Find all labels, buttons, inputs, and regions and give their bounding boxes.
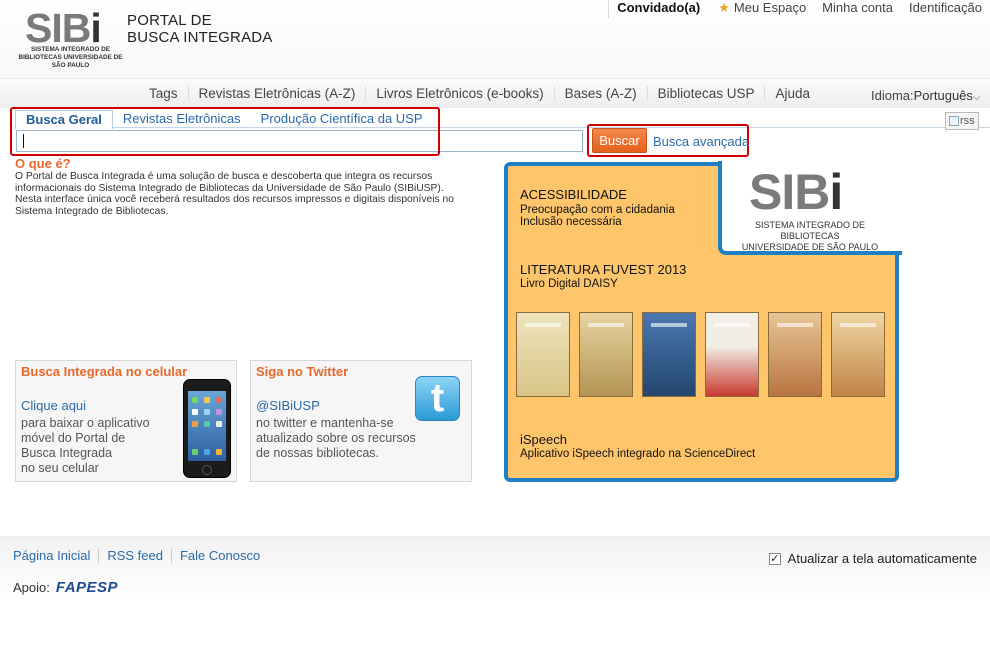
app-icon xyxy=(216,421,222,427)
search-button[interactable]: Buscar xyxy=(592,128,647,153)
app-icon xyxy=(192,421,198,427)
mobile-download-link[interactable]: Clique aqui xyxy=(21,398,86,413)
fuvest-line: Livro Digital DAISY xyxy=(520,278,618,290)
banner-logo-subtitle-1: SISTEMA INTEGRADO DE BIBLIOTECAS xyxy=(754,220,866,241)
app-icon xyxy=(204,397,210,403)
language-selector[interactable]: Idioma:Português⌵ xyxy=(871,88,981,103)
ispeech-title: iSpeech xyxy=(520,432,567,447)
smartphone-icon xyxy=(183,379,231,478)
ispeech-line: Aplicativo iSpeech integrado na ScienceD… xyxy=(520,448,756,460)
app-icon xyxy=(216,409,222,415)
my-account-link[interactable]: Minha conta xyxy=(814,0,901,18)
star-icon: ★ xyxy=(718,0,730,15)
footer: Página Inicial RSS feed Fale Conosco ✓ A… xyxy=(0,536,990,646)
guest-label: Convidado(a) xyxy=(608,0,710,18)
auto-refresh-label: Atualizar a tela automaticamente xyxy=(787,551,977,566)
nav-list: Tags Revistas Eletrônicas (A-Z) Livros E… xyxy=(139,86,820,101)
chevron-down-icon: ⌵ xyxy=(972,92,981,103)
banner-logo-subtitle: SISTEMA INTEGRADO DE BIBLIOTECAS UNIVERS… xyxy=(726,220,894,253)
advanced-search-link[interactable]: Busca avançada xyxy=(653,134,749,149)
phone-screen xyxy=(188,391,226,461)
app-icon xyxy=(204,421,210,427)
about-text: O Portal de Busca Integrada é uma soluçã… xyxy=(15,171,454,217)
book-cover[interactable] xyxy=(831,312,885,397)
nav-item-help[interactable]: Ajuda xyxy=(765,86,820,101)
footer-link-rss[interactable]: RSS feed xyxy=(107,548,172,563)
fuvest-title: LITERATURA FUVEST 2013 xyxy=(520,262,687,277)
my-space-link[interactable]: ★ Meu Espaço xyxy=(710,0,814,18)
mobile-app-card: Busca Integrada no celular Clique aqui p… xyxy=(15,360,237,482)
home-button xyxy=(202,465,212,475)
auto-refresh-option[interactable]: ✓ Atualizar a tela automaticamente xyxy=(768,551,977,566)
user-bar: Convidado(a) ★ Meu Espaço Minha conta Ide… xyxy=(608,0,990,18)
app-icon xyxy=(216,449,222,455)
top-navigation: Tags Revistas Eletrônicas (A-Z) Livros E… xyxy=(0,78,990,108)
sibi-logo[interactable]: SIBi SISTEMA INTEGRADO DE BIBLIOTECAS UN… xyxy=(13,5,128,70)
mobile-card-text-3: Busca Integrada xyxy=(21,446,113,460)
book-cover[interactable] xyxy=(642,312,696,397)
footer-link-contact[interactable]: Fale Conosco xyxy=(180,548,268,563)
mobile-card-text-2: móvel do Portal de xyxy=(21,431,126,445)
banner-logo-text: SIBi xyxy=(749,164,843,220)
book-cover[interactable] xyxy=(516,312,570,397)
portal-title-line1: PORTAL DE xyxy=(127,12,212,29)
logo-subtitle: SISTEMA INTEGRADO DE BIBLIOTECAS UNIVERS… xyxy=(18,46,123,69)
rss-icon[interactable]: rss xyxy=(945,112,979,130)
mobile-card-text-1: para baixar o aplicativo xyxy=(21,416,150,430)
book-cover[interactable] xyxy=(768,312,822,397)
language-value: Português xyxy=(913,88,973,103)
promo-banner[interactable]: SIBi SISTEMA INTEGRADO DE BIBLIOTECAS UN… xyxy=(504,161,902,482)
support-section: Apoio: FAPESP xyxy=(13,579,118,596)
nav-item-libraries[interactable]: Bibliotecas USP xyxy=(648,86,766,101)
twitter-card-title: Siga no Twitter xyxy=(256,364,349,379)
nav-item-ebooks[interactable]: Livros Eletrônicos (e-books) xyxy=(366,86,555,101)
logo-text: SIBi xyxy=(25,5,102,51)
app-icon xyxy=(204,409,210,415)
highlight-box-tabs xyxy=(10,107,440,156)
footer-links: Página Inicial RSS feed Fale Conosco xyxy=(13,548,276,563)
language-label: Idioma: xyxy=(871,88,914,103)
nav-item-databases[interactable]: Bases (A-Z) xyxy=(555,86,648,101)
accessibility-line-2: Inclusão necessária xyxy=(520,216,622,228)
app-icon xyxy=(216,397,222,403)
app-icon xyxy=(192,397,198,403)
portal-title: PORTAL DE BUSCA INTEGRADA xyxy=(127,12,273,46)
portal-title-line2: BUSCA INTEGRADA xyxy=(127,29,273,46)
mobile-card-text-4: no seu celular xyxy=(21,461,99,475)
twitter-handle-link[interactable]: @SIBiUSP xyxy=(256,398,320,413)
my-space-label: Meu Espaço xyxy=(733,0,807,15)
banner-logo-subtitle-2: UNIVERSIDADE DE SÃO PAULO xyxy=(741,242,879,252)
app-icon xyxy=(192,409,198,415)
book-cover[interactable] xyxy=(579,312,633,397)
book-cover[interactable] xyxy=(705,312,759,397)
mobile-card-title: Busca Integrada no celular xyxy=(21,364,188,379)
identification-link[interactable]: Identificação xyxy=(901,0,990,18)
twitter-card-text-1: no twitter e mantenha-se xyxy=(256,416,394,430)
about-title: O que é? xyxy=(15,156,71,171)
book-covers xyxy=(516,312,885,397)
twitter-icon[interactable]: t xyxy=(415,376,460,421)
twitter-card-text-3: de nossas bibliotecas. xyxy=(256,446,379,460)
fapesp-logo[interactable]: FAPESP xyxy=(56,579,118,596)
app-icon xyxy=(204,449,210,455)
app-icon xyxy=(192,449,198,455)
support-label: Apoio: xyxy=(13,580,50,595)
twitter-card-text-2: atualizado sobre os recursos xyxy=(256,431,416,445)
auto-refresh-checkbox[interactable]: ✓ xyxy=(768,552,781,565)
accessibility-line-1: Preocupação com a cidadania xyxy=(520,204,675,216)
nav-item-tags[interactable]: Tags xyxy=(139,86,189,101)
twitter-card: Siga no Twitter @SIBiUSP no twitter e ma… xyxy=(250,360,472,482)
accessibility-title: ACESSIBILIDADE xyxy=(520,187,627,202)
header: SIBi SISTEMA INTEGRADO DE BIBLIOTECAS UN… xyxy=(0,0,990,78)
footer-link-home[interactable]: Página Inicial xyxy=(13,548,100,563)
nav-item-ejournals[interactable]: Revistas Eletrônicas (A-Z) xyxy=(189,86,367,101)
